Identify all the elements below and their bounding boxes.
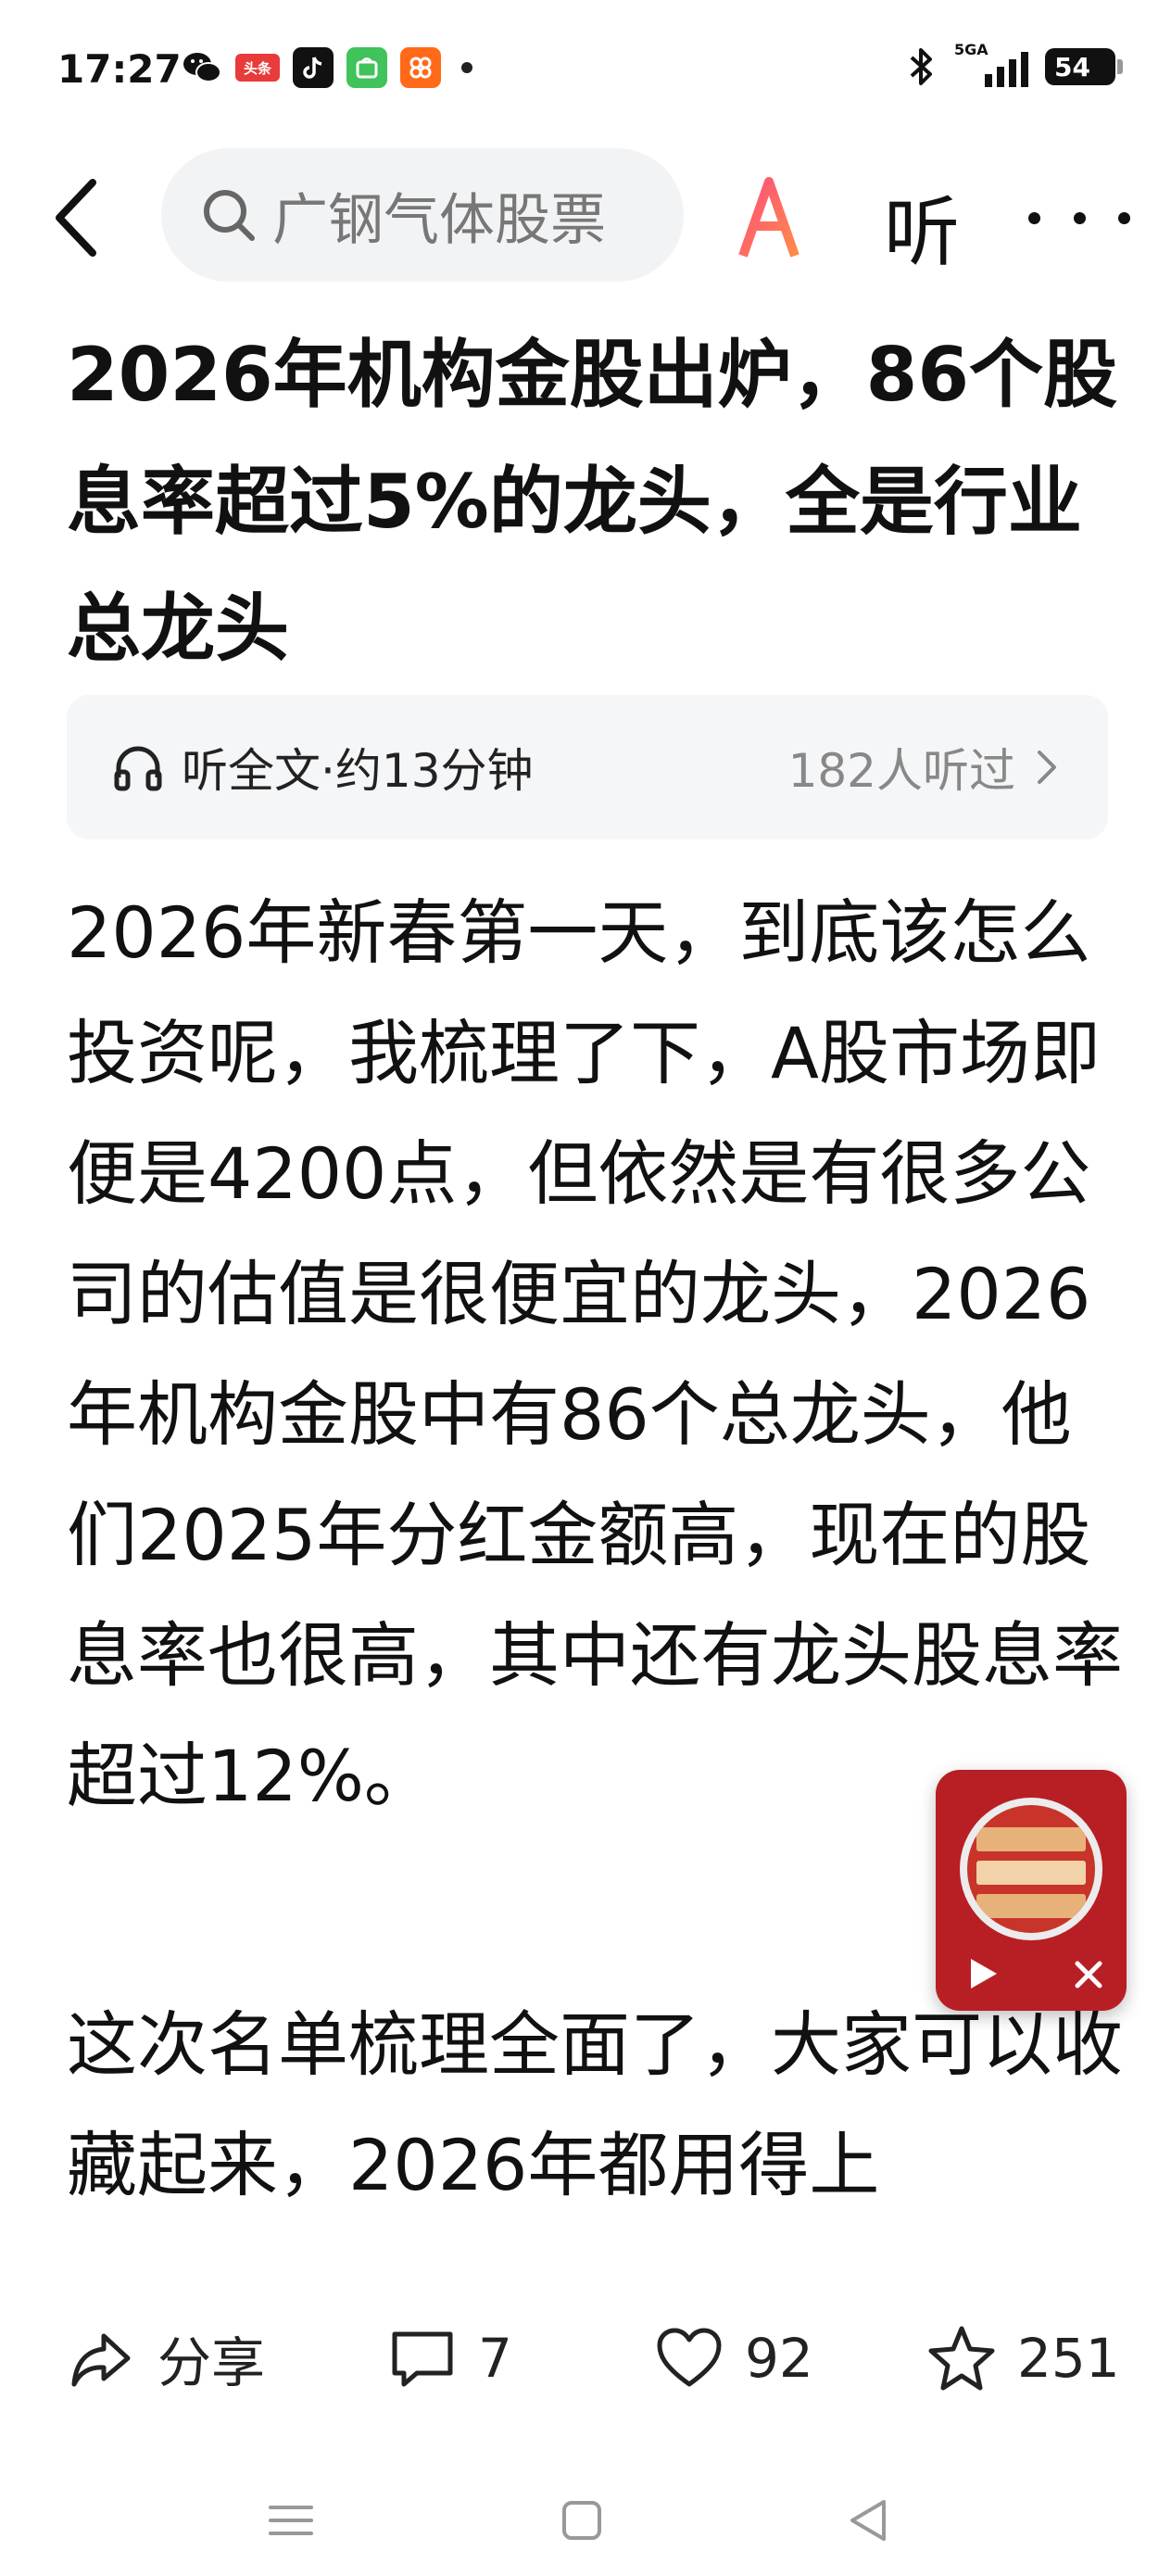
top-nav-bar: 广钢气体股票 听 bbox=[0, 139, 1171, 297]
article-paragraph: 2026年新春第一天，到底该怎么投资呢，我梳理了下，A股市场即便是4200点，但… bbox=[67, 891, 1123, 1817]
mini-app-icon bbox=[346, 47, 387, 88]
recent-apps-icon[interactable] bbox=[263, 2493, 319, 2548]
douyin-icon bbox=[293, 47, 334, 88]
listen-duration-label: 听全文·约13分钟 bbox=[182, 744, 534, 798]
comment-count: 7 bbox=[478, 2327, 512, 2390]
signal-icon: 5GA bbox=[954, 41, 1028, 89]
like-button[interactable]: 92 bbox=[654, 2317, 813, 2400]
star-icon bbox=[928, 2326, 995, 2391]
bluetooth-icon bbox=[910, 48, 932, 85]
listen-count: 182人听过 bbox=[787, 744, 1015, 798]
more-options-button[interactable] bbox=[1028, 204, 1130, 232]
home-icon[interactable] bbox=[554, 2493, 610, 2548]
status-time: 17:27 bbox=[57, 46, 182, 92]
search-bar[interactable]: 广钢气体股票 bbox=[161, 148, 684, 282]
status-bar: 17:27 头条 5GA 54 bbox=[0, 0, 1171, 139]
taobao-icon bbox=[400, 47, 441, 88]
network-type: 5GA bbox=[954, 41, 988, 58]
battery-icon: 54 bbox=[1045, 48, 1123, 85]
player-cover-disc bbox=[960, 1798, 1102, 1940]
article-paragraph: 这次名单梳理全面了，大家可以收藏起来，2026年都用得上 bbox=[67, 2003, 1123, 2206]
close-icon[interactable] bbox=[1073, 1959, 1104, 1990]
ai-icon bbox=[738, 177, 818, 258]
listen-full-article-bar[interactable]: 听全文·约13分钟 182人听过 bbox=[67, 695, 1108, 840]
ai-button[interactable] bbox=[736, 172, 828, 265]
play-icon[interactable] bbox=[962, 1953, 1002, 1994]
article-action-bar: 分享 7 92 251 bbox=[0, 2298, 1171, 2418]
comment-button[interactable]: 7 bbox=[387, 2317, 512, 2400]
more-notifications-dot bbox=[461, 62, 472, 73]
wechat-icon bbox=[182, 47, 222, 88]
share-button[interactable]: 分享 bbox=[67, 2317, 265, 2400]
like-count: 92 bbox=[745, 2327, 813, 2390]
search-placeholder: 广钢气体股票 bbox=[272, 187, 606, 253]
system-navigation-bar bbox=[0, 2465, 1171, 2576]
favorite-button[interactable]: 251 bbox=[926, 2317, 1120, 2400]
heart-icon bbox=[657, 2328, 722, 2387]
share-label: 分享 bbox=[157, 2331, 266, 2394]
listen-button[interactable]: 听 bbox=[884, 170, 960, 281]
headphone-icon bbox=[114, 746, 162, 791]
floating-audio-player[interactable] bbox=[936, 1770, 1127, 2011]
chevron-right-icon bbox=[1038, 751, 1056, 784]
status-app-icons: 头条 bbox=[182, 46, 472, 89]
toutiao-icon: 头条 bbox=[235, 54, 280, 82]
back-button[interactable] bbox=[48, 167, 122, 269]
favorite-count: 251 bbox=[1017, 2327, 1120, 2390]
comment-icon bbox=[392, 2331, 453, 2387]
article-title: 2026年机构金股出炉，86个股息率超过5%的龙头，全是行业总龙头 bbox=[67, 332, 1117, 672]
battery-level: 54 bbox=[1054, 51, 1090, 82]
system-back-icon[interactable] bbox=[841, 2493, 897, 2548]
share-icon bbox=[71, 2333, 131, 2387]
search-icon bbox=[204, 190, 255, 241]
status-indicators: 5GA 54 bbox=[906, 41, 1123, 91]
chevron-left-icon bbox=[56, 179, 96, 257]
